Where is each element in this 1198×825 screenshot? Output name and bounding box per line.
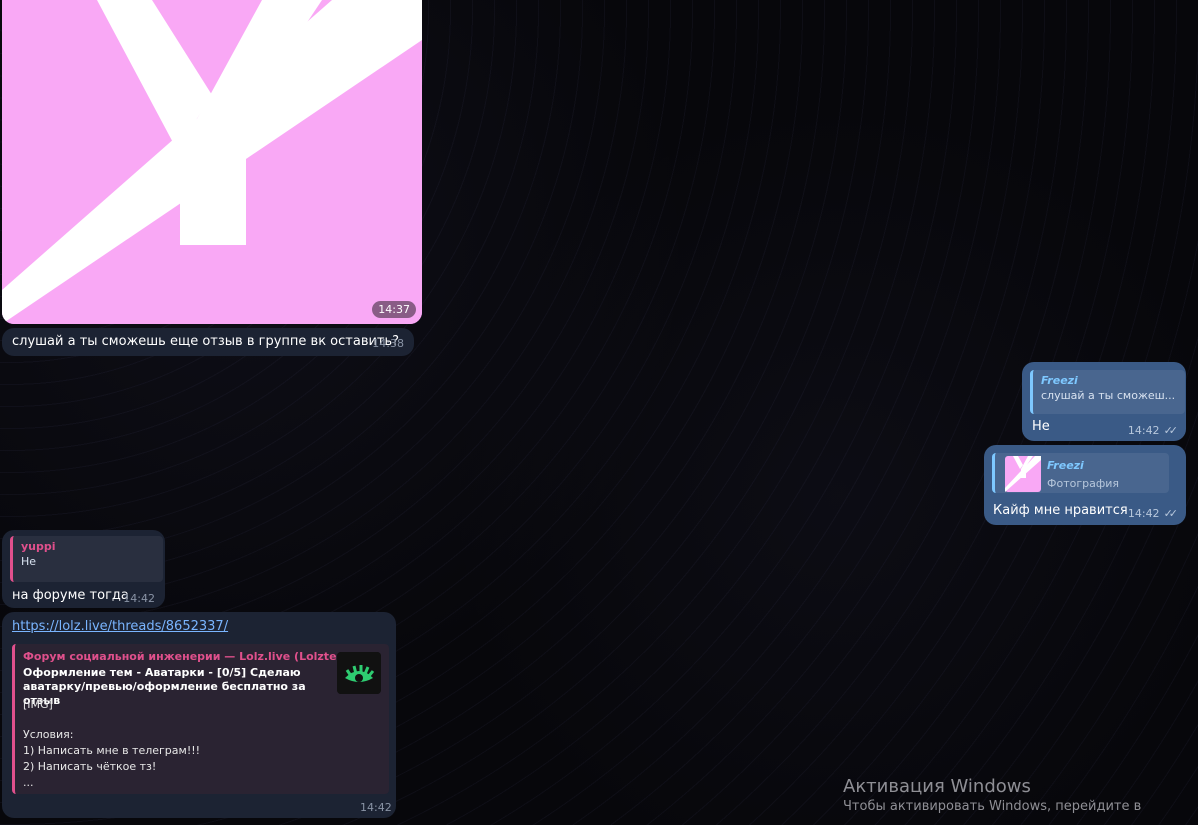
reply-quote[interactable]: Freezi Фотография	[992, 453, 1169, 493]
reply-author: Freezi	[1041, 374, 1078, 387]
photo-message[interactable]: 14:37	[2, 0, 422, 324]
message-text: на форуме тогда	[12, 588, 129, 603]
preview-site-name: Форум социальной инженерии — Lolz.live (…	[23, 650, 361, 663]
reply-text: слушай а ты сможеш...	[1041, 389, 1176, 402]
time-text: 14:42	[1127, 507, 1160, 520]
message-text: Кайф мне нравится	[993, 503, 1128, 518]
eye-logo-icon	[337, 652, 381, 694]
preview-line: 1) Написать мне в телеграм!!!	[23, 744, 201, 757]
preview-line: [IMG]	[23, 698, 53, 711]
thread-link[interactable]: https://lolz.live/threads/8652337/	[12, 619, 228, 634]
message-text: слушай а ты сможешь еще отзыв в группе в…	[12, 334, 400, 349]
message-time: 14:42	[123, 592, 155, 605]
outgoing-message[interactable]: Freezi Фотография Кайф мне нравится 14:4…	[984, 445, 1186, 525]
outgoing-message[interactable]: Freezi слушай а ты сможеш... Не 14:42 ✓✓	[1022, 362, 1186, 441]
preview-line: Условия:	[23, 728, 74, 741]
message-time: 14:42	[360, 801, 392, 814]
reply-photo-thumbnail	[1005, 456, 1041, 492]
reply-author: yuppi	[21, 540, 56, 553]
windows-activation-subtitle: Чтобы активировать Windows, перейдите в	[843, 799, 1142, 814]
preview-thumbnail	[337, 652, 381, 694]
preview-line: 2) Написать чёткое тз!	[23, 760, 157, 773]
incoming-message[interactable]: слушай а ты сможешь еще отзыв в группе в…	[2, 328, 414, 356]
message-time: 14:42 ✓✓	[1127, 424, 1179, 437]
logo-image	[2, 0, 422, 324]
reply-text: Не	[21, 555, 37, 568]
time-text: 14:42	[1127, 424, 1160, 437]
incoming-message[interactable]: yuppi Не на форуме тогда 14:42	[2, 530, 165, 608]
read-check-icon: ✓✓	[1163, 424, 1179, 437]
reply-author: Freezi	[1047, 459, 1084, 472]
windows-activation-title: Активация Windows	[843, 776, 1031, 797]
reply-quote[interactable]: yuppi Не	[10, 536, 163, 582]
message-time: 14:42 ✓✓	[1127, 507, 1179, 520]
reply-text: Фотография	[1047, 477, 1120, 490]
reply-quote[interactable]: Freezi слушай а ты сможеш...	[1030, 370, 1185, 414]
message-time: 14:38	[372, 337, 404, 350]
read-check-icon: ✓✓	[1163, 507, 1179, 520]
preview-line: ...	[23, 776, 34, 789]
preview-title: Оформление тем - Аватарки - [0/5] Сделаю…	[23, 666, 306, 707]
link-preview[interactable]: Форум социальной инженерии — Lolz.live (…	[12, 644, 389, 794]
message-time: 14:37	[372, 301, 416, 318]
message-text: Не	[1032, 419, 1050, 434]
